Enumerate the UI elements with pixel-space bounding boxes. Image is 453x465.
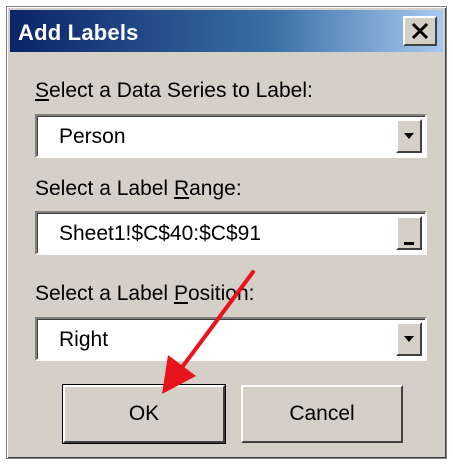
title-bar[interactable]: Add Labels [10, 10, 443, 52]
range-value: Sheet1!$C$40:$C$91 [59, 222, 261, 245]
dialog-title: Add Labels [18, 20, 139, 45]
close-icon [411, 22, 429, 40]
series-value: Person [59, 125, 126, 148]
position-value: Right [59, 328, 109, 351]
position-dropdown[interactable]: Right [35, 317, 427, 361]
range-label: Select a Label Range: [35, 177, 242, 200]
chevron-down-icon [404, 336, 414, 342]
series-dropdown[interactable]: Person [35, 114, 427, 158]
series-label: Select a Data Series to Label: [35, 79, 313, 102]
series-dropdown-button[interactable] [396, 119, 422, 153]
close-button[interactable] [403, 16, 437, 46]
add-labels-dialog: Add Labels Select a Data Series to Label… [6, 6, 447, 459]
chevron-down-icon [404, 133, 414, 139]
cancel-button[interactable]: Cancel [241, 385, 403, 443]
position-label: Select a Label Position: [35, 282, 255, 305]
collapse-dialog-icon [404, 242, 414, 245]
range-picker-button[interactable] [396, 216, 422, 250]
ok-button[interactable]: OK [62, 384, 226, 444]
range-input[interactable]: Sheet1!$C$40:$C$91 [35, 211, 427, 255]
position-dropdown-button[interactable] [396, 322, 422, 356]
